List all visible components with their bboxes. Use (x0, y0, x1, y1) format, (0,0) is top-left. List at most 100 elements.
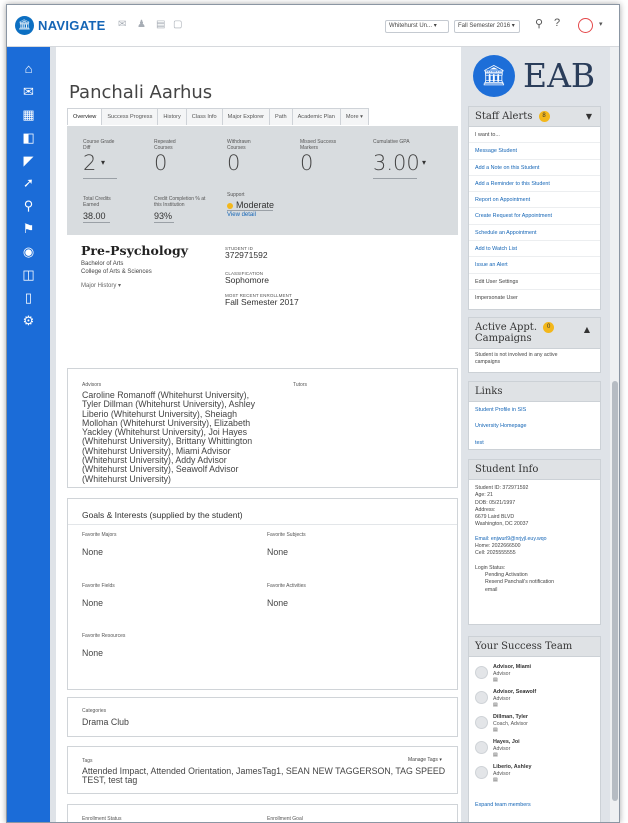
tab-class-info[interactable]: Class Info (185, 108, 223, 125)
chevron-down-icon[interactable]: ▾ (101, 158, 105, 167)
menu-item-add-watch-list[interactable]: Add to Watch List (469, 241, 600, 258)
total-credits-value: 38.00 (83, 211, 106, 221)
scrollbar-thumb[interactable] (612, 381, 618, 801)
link-student-profile[interactable]: Student Profile in SIS (469, 402, 600, 418)
top-bar: 🏛 NAVIGATE ✉ ♟ ▤ ▢ Whitehurst Un... ▾ Fa… (7, 5, 619, 47)
left-sidebar: ⌂ ✉ ▦ ◧ ◤ ➚ ⚲ ⚑ ◉ ◫ ▯ ⚙ (7, 47, 50, 822)
flag-icon[interactable]: ⚑ (7, 221, 50, 237)
manage-tags-button[interactable]: Manage Tags ▾ (408, 757, 442, 763)
menu-item-report-appointment[interactable]: Report on Appointment (469, 192, 600, 209)
search-icon[interactable]: ⚲ (7, 198, 50, 214)
team-member[interactable]: Dillman, Tyler Coach, Advisor ▤ (475, 714, 595, 739)
advisors-list: Caroline Romanoff (Whitehurst University… (82, 390, 287, 484)
tab-overview[interactable]: Overview (67, 108, 103, 125)
menu-item-message-student[interactable]: Message Student (469, 143, 600, 160)
user-avatar[interactable] (578, 18, 593, 33)
campaigns-header[interactable]: Active Appt. 0 Campaigns ▲ (469, 318, 600, 349)
menu-item-issue-alert[interactable]: Issue an Alert (469, 257, 600, 274)
info-line: Student ID: 372971592 (475, 485, 529, 491)
links-card: Links Student Profile in SIS University … (468, 381, 601, 450)
avatar (475, 766, 488, 779)
settings-icon[interactable]: ⚙ (7, 313, 50, 329)
course-grade-value[interactable]: 2 (83, 151, 96, 175)
tab-success-progress[interactable]: Success Progress (101, 108, 159, 125)
mail-icon[interactable]: ✉ (7, 84, 50, 100)
divider (83, 178, 117, 179)
email-link[interactable]: Email: enjwurl9@nrjyjl.euy.wqo (475, 536, 594, 543)
clipboard-icon[interactable]: ▯ (7, 290, 50, 306)
chevron-down-icon[interactable]: ▾ (422, 158, 426, 167)
term-select[interactable]: Fall Semester 2016 ▾ (454, 20, 520, 33)
student-identifiers: STUDENT ID 372971592 CLASSIFICATION Soph… (225, 246, 335, 307)
resend-notification-link[interactable]: Resend Panchali's notification (475, 579, 594, 586)
menu-item-schedule-appointment[interactable]: Schedule an Appointment (469, 225, 600, 242)
favorite-activities-label: Favorite Activities (267, 583, 306, 589)
app-title[interactable]: NAVIGATE (38, 18, 106, 33)
menu-item-impersonate-user[interactable]: Impersonate User (469, 290, 600, 306)
avatar (475, 716, 488, 729)
enrollment-panel: Enrollment Status Enrollment Goal (67, 804, 458, 822)
tab-history[interactable]: History (157, 108, 187, 125)
link-university-homepage[interactable]: University Homepage (469, 418, 600, 434)
analytics-icon[interactable]: ◤ (7, 153, 50, 169)
menu-item-create-request[interactable]: Create Request for Appointment (469, 208, 600, 225)
institution-select[interactable]: Whitehurst Un... ▾ (385, 20, 449, 33)
info-line: Age: 21 (475, 492, 493, 499)
pin-icon[interactable]: ➚ (7, 175, 50, 191)
team-member[interactable]: Advisor, Seawolf Advisor ▤ (475, 689, 595, 714)
tags-line: Attended Impact, Attended Orientation, J… (82, 766, 446, 776)
withdrawn-courses-value: 0 (227, 151, 241, 175)
info-line: DOB: 05/21/1997 (475, 499, 516, 506)
goals-panel: Goals & Interests (supplied by the stude… (67, 498, 458, 690)
tags-label: Tags (82, 758, 93, 764)
team-member[interactable]: Advisor, Miami Advisor ▤ (475, 664, 595, 689)
tab-path[interactable]: Path (269, 108, 293, 125)
major-history-toggle[interactable]: Major History ▾ (81, 282, 221, 290)
view-detail-link[interactable]: View detail (227, 212, 256, 218)
favorite-majors-label: Favorite Majors (82, 532, 117, 538)
health-icon[interactable]: ◉ (7, 244, 50, 260)
staff-alerts-header[interactable]: Staff Alerts 8 ▼ (469, 107, 600, 127)
profile-tabs: Overview Success Progress History Class … (67, 108, 369, 125)
tab-more[interactable]: More ▾ (339, 108, 369, 125)
navigate-logo-icon[interactable]: 🏛 (15, 16, 34, 35)
window-icon[interactable]: ▢ (173, 19, 182, 30)
link-test[interactable]: test (469, 435, 600, 451)
people-icon[interactable]: ♟ (137, 19, 146, 30)
home-icon[interactable]: ⌂ (7, 61, 50, 76)
tab-academic-plan[interactable]: Academic Plan (291, 108, 341, 125)
app-window: 🏛 NAVIGATE ✉ ♟ ▤ ▢ Whitehurst Un... ▾ Fa… (6, 4, 620, 823)
team-member[interactable]: Hayes, Joi Advisor ▤ (475, 739, 595, 764)
expand-team-members-link[interactable]: Expand team members (469, 797, 537, 813)
caret-down-icon[interactable]: ▼ (586, 112, 592, 121)
favorite-fields-label: Favorite Fields (82, 583, 115, 589)
search-icon[interactable]: ⚲ (535, 17, 543, 30)
support-value: Moderate (236, 200, 275, 210)
calendar-icon[interactable]: ▦ (7, 107, 50, 123)
menu-item-add-note[interactable]: Add a Note on this Student (469, 160, 600, 176)
campaigns-title-line2: Campaigns (475, 333, 532, 344)
tab-major-explorer[interactable]: Major Explorer (221, 108, 271, 125)
help-icon[interactable]: ? (554, 17, 560, 29)
caret-up-icon[interactable]: ▲ (584, 324, 590, 335)
menu-item-add-reminder[interactable]: Add a Reminder to this Student (469, 176, 600, 193)
menu-item-edit-user-settings[interactable]: Edit User Settings (469, 274, 600, 290)
support-level[interactable]: Moderate (227, 200, 274, 210)
bus-icon[interactable]: ▤ (156, 19, 165, 30)
repeated-courses-label: Repeated Courses (154, 139, 176, 151)
favorite-subjects-label: Favorite Subjects (267, 532, 306, 538)
missed-markers-value: 0 (300, 151, 314, 175)
reports-icon[interactable]: ◧ (7, 130, 50, 146)
gpa-value[interactable]: 3.00 (373, 151, 420, 175)
divider (68, 524, 457, 525)
chevron-down-icon[interactable]: ▾ (599, 20, 603, 28)
resend-notification-link-line2[interactable]: email (475, 587, 594, 594)
briefcase-icon: ▤ (493, 727, 498, 733)
mail-icon[interactable]: ✉ (118, 19, 126, 30)
campaigns-empty-line: Student is not involved in any active (475, 352, 558, 358)
team-member[interactable]: Liberio, Ashley Advisor ▤ (475, 764, 595, 789)
login-status-label: Login Status: (475, 564, 506, 571)
presentation-icon[interactable]: ◫ (7, 267, 50, 283)
kpi-panel: Course Grade Diff 2 ▾ Repeated Courses 0… (67, 126, 458, 235)
campaigns-title: Active Appt. (475, 322, 538, 333)
